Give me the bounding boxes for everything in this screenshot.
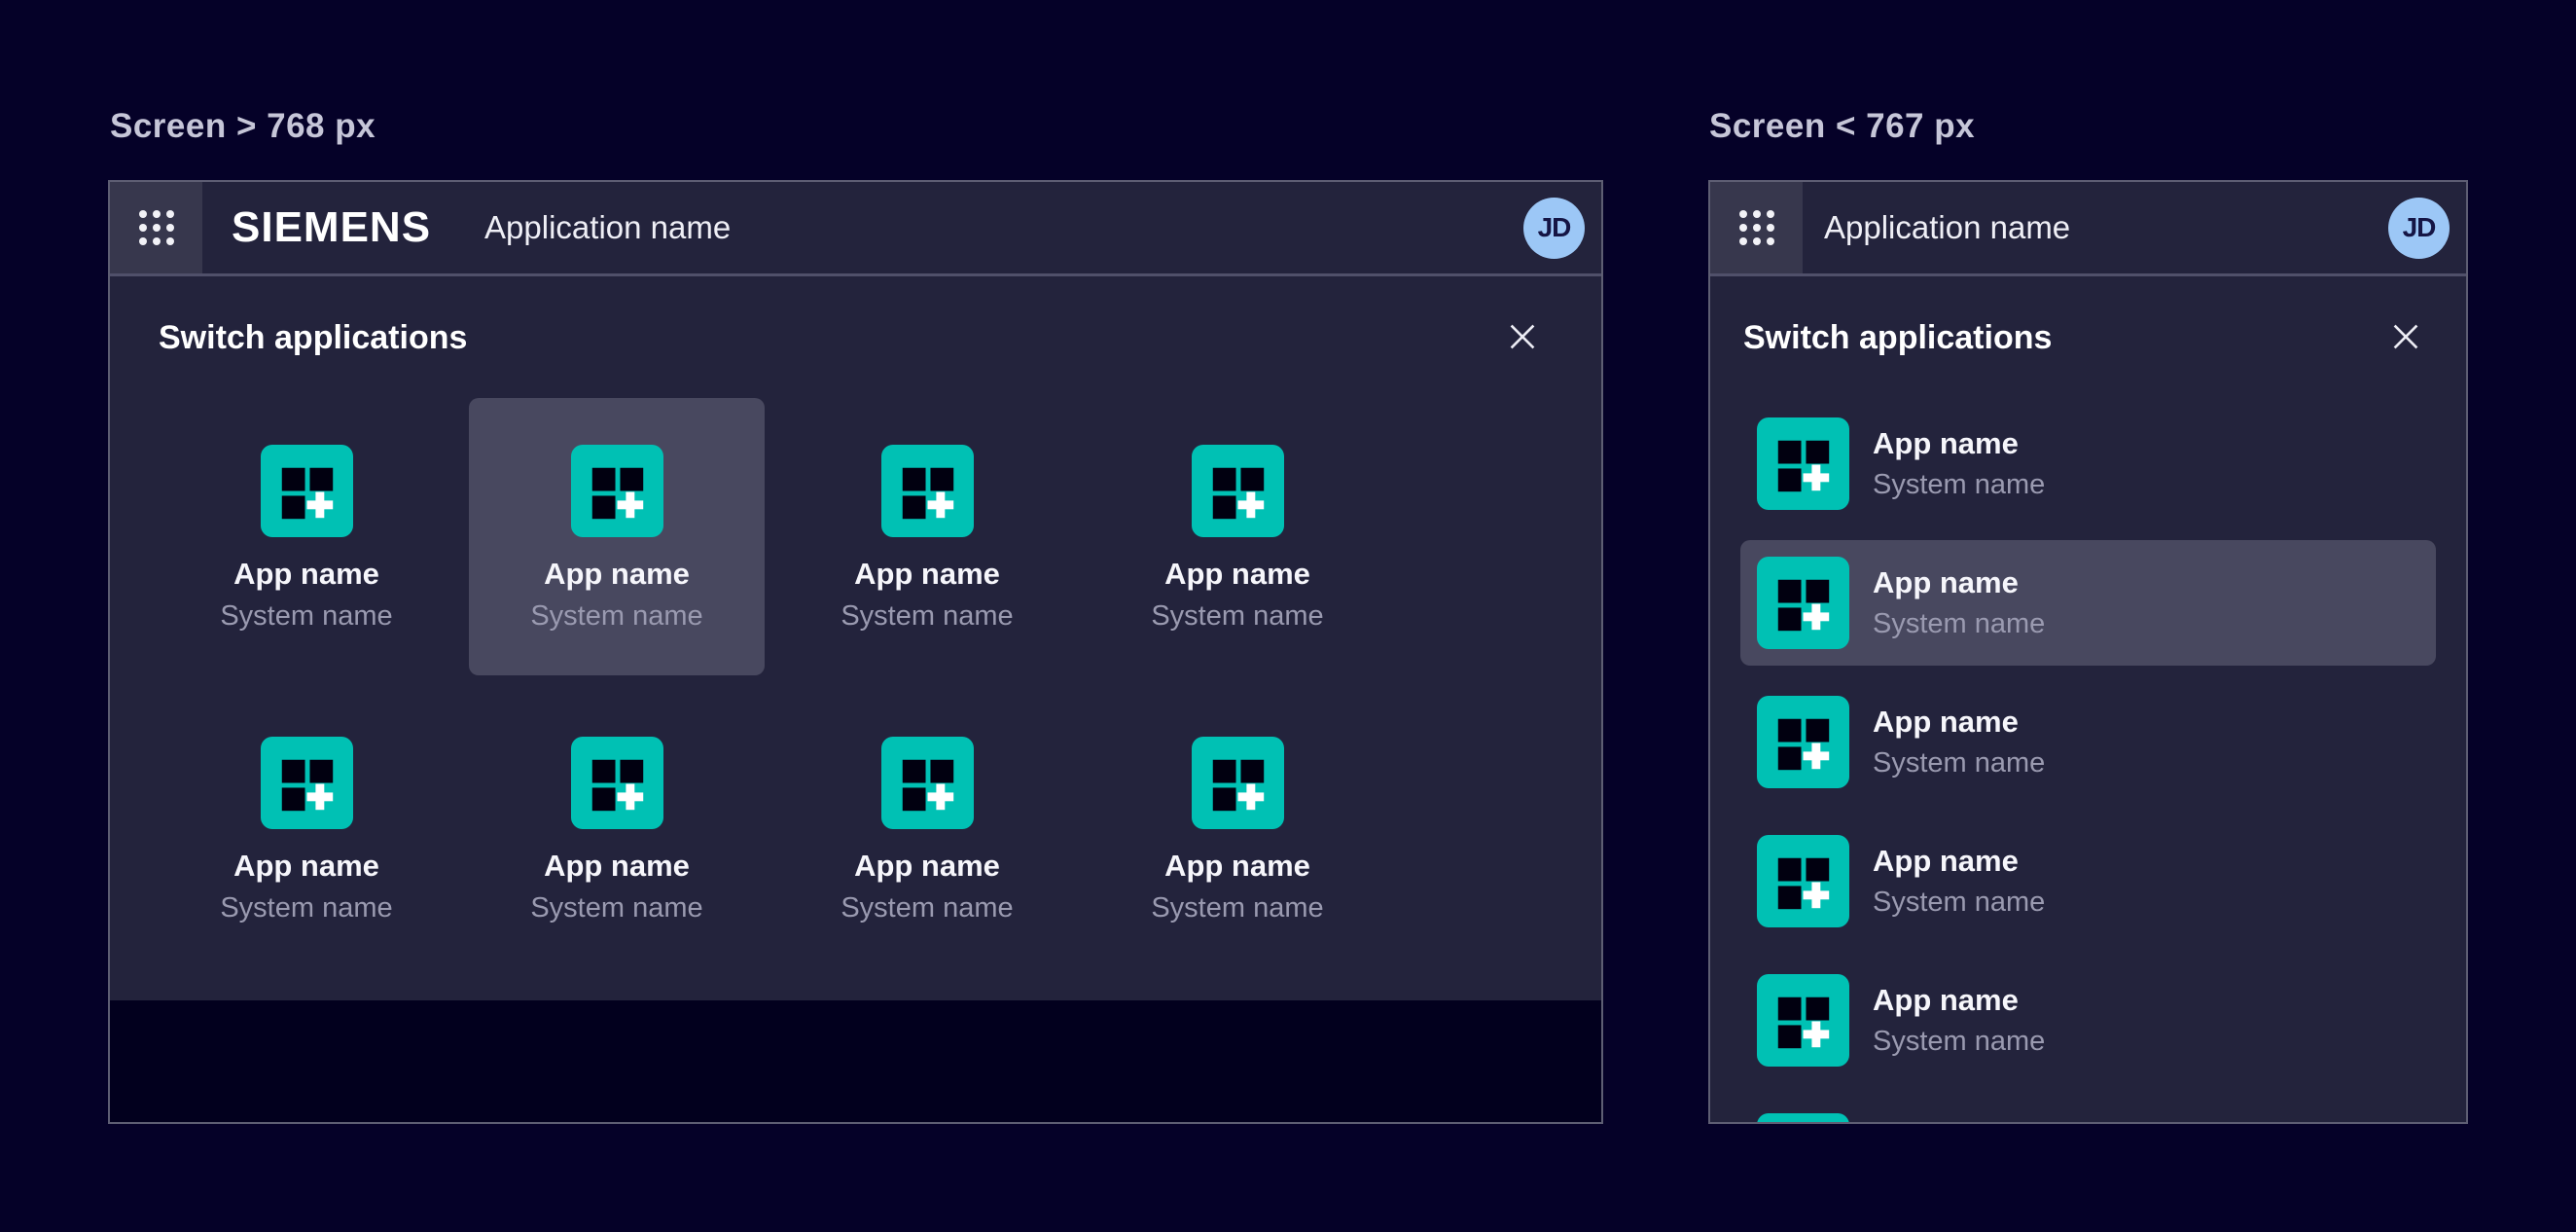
app-list-item-text: App name System name [1873,702,2045,783]
mobile-app-window: Application name JD Switch applications … [1708,180,2468,1124]
siemens-logo: SIEMENS [232,203,431,252]
app-tile-grid: App name System name App name System nam… [159,398,1385,967]
app-window-plus-icon [1757,1113,1849,1122]
app-tile[interactable]: App name System name [779,690,1075,967]
app-window-plus-icon [261,737,353,829]
overlay-title: Switch applications [1743,319,2052,357]
app-list-item[interactable]: App name System name [1740,818,2436,944]
app-tile[interactable]: App name System name [1090,398,1385,675]
system-name: System name [220,600,392,633]
app-name: App name [1164,557,1310,592]
app-window-plus-icon [571,445,663,537]
mobile-titlebar: Application name JD [1710,182,2466,276]
switch-applications-overlay: Switch applications App name System name… [1710,276,2466,1122]
app-name: App name [1873,423,2045,464]
app-list-item[interactable]: App name System name [1740,540,2436,666]
close-x-icon [1504,318,1541,355]
app-list-item-text: App name System name [1873,1119,2045,1123]
switch-applications-overlay: Switch applications App name System name… [110,276,1601,1000]
app-launcher-grid-icon [136,207,177,248]
app-tile[interactable]: App name System name [469,690,765,967]
app-list-item[interactable]: App name System name [1740,401,2436,526]
app-window-plus-icon [571,737,663,829]
app-list-item[interactable]: App name System name [1740,679,2436,805]
app-list-item[interactable]: App name System name [1740,1097,2436,1122]
app-window-plus-icon [1757,557,1849,649]
close-x-icon [2387,318,2424,355]
system-name: System name [220,892,392,924]
user-avatar[interactable]: JD [2388,198,2450,259]
application-title: Application name [484,209,731,246]
app-name: App name [1873,562,2045,603]
app-window-plus-icon [881,445,974,537]
app-name: App name [854,557,1000,592]
app-name: App name [1164,849,1310,884]
app-tile[interactable]: App name System name [469,398,765,675]
app-list: App name System name App name System nam… [1740,401,2436,1122]
app-window-plus-icon [881,737,974,829]
app-name: App name [1873,702,2045,743]
app-name: App name [233,849,379,884]
app-list-item-text: App name System name [1873,423,2045,505]
desktop-app-window: SIEMENS Application name JD Switch appli… [108,180,1603,1124]
app-list-item[interactable]: App name System name [1740,958,2436,1083]
app-list-item-text: App name System name [1873,980,2045,1062]
application-title: Application name [1824,209,2070,246]
system-name: System name [1873,603,2045,644]
system-name: System name [530,600,702,633]
app-launcher-button[interactable] [110,182,202,273]
app-tile[interactable]: App name System name [159,398,454,675]
app-name: App name [854,849,1000,884]
app-window-plus-icon [1757,835,1849,927]
app-window-plus-icon [1757,696,1849,788]
app-window-plus-icon [1757,417,1849,510]
app-window-plus-icon [1192,737,1284,829]
close-button[interactable] [2386,317,2425,356]
desktop-titlebar: SIEMENS Application name JD [110,182,1601,276]
app-window-plus-icon [1192,445,1284,537]
breakpoint-label-desktop: Screen > 768 px [110,107,376,146]
app-launcher-grid-icon [1736,207,1777,248]
system-name: System name [1873,1021,2045,1062]
overlay-title: Switch applications [159,319,467,357]
app-list-item-text: App name System name [1873,841,2045,923]
app-list-item-text: App name System name [1873,562,2045,644]
system-name: System name [841,892,1013,924]
system-name: System name [1873,743,2045,783]
system-name: System name [1873,882,2045,923]
system-name: System name [1873,464,2045,505]
app-name: App name [1873,980,2045,1021]
close-button[interactable] [1503,317,1542,356]
app-name: App name [1873,841,2045,882]
app-name: App name [1873,1119,2045,1123]
system-name: System name [1151,600,1323,633]
app-tile[interactable]: App name System name [159,690,454,967]
app-name: App name [233,557,379,592]
system-name: System name [841,600,1013,633]
app-window-plus-icon [1757,974,1849,1067]
app-window-plus-icon [261,445,353,537]
app-launcher-button[interactable] [1710,182,1803,273]
app-tile[interactable]: App name System name [1090,690,1385,967]
system-name: System name [1151,892,1323,924]
system-name: System name [530,892,702,924]
user-avatar[interactable]: JD [1523,198,1585,259]
app-name: App name [544,557,690,592]
app-name: App name [544,849,690,884]
app-tile[interactable]: App name System name [779,398,1075,675]
breakpoint-label-mobile: Screen < 767 px [1709,107,1975,146]
